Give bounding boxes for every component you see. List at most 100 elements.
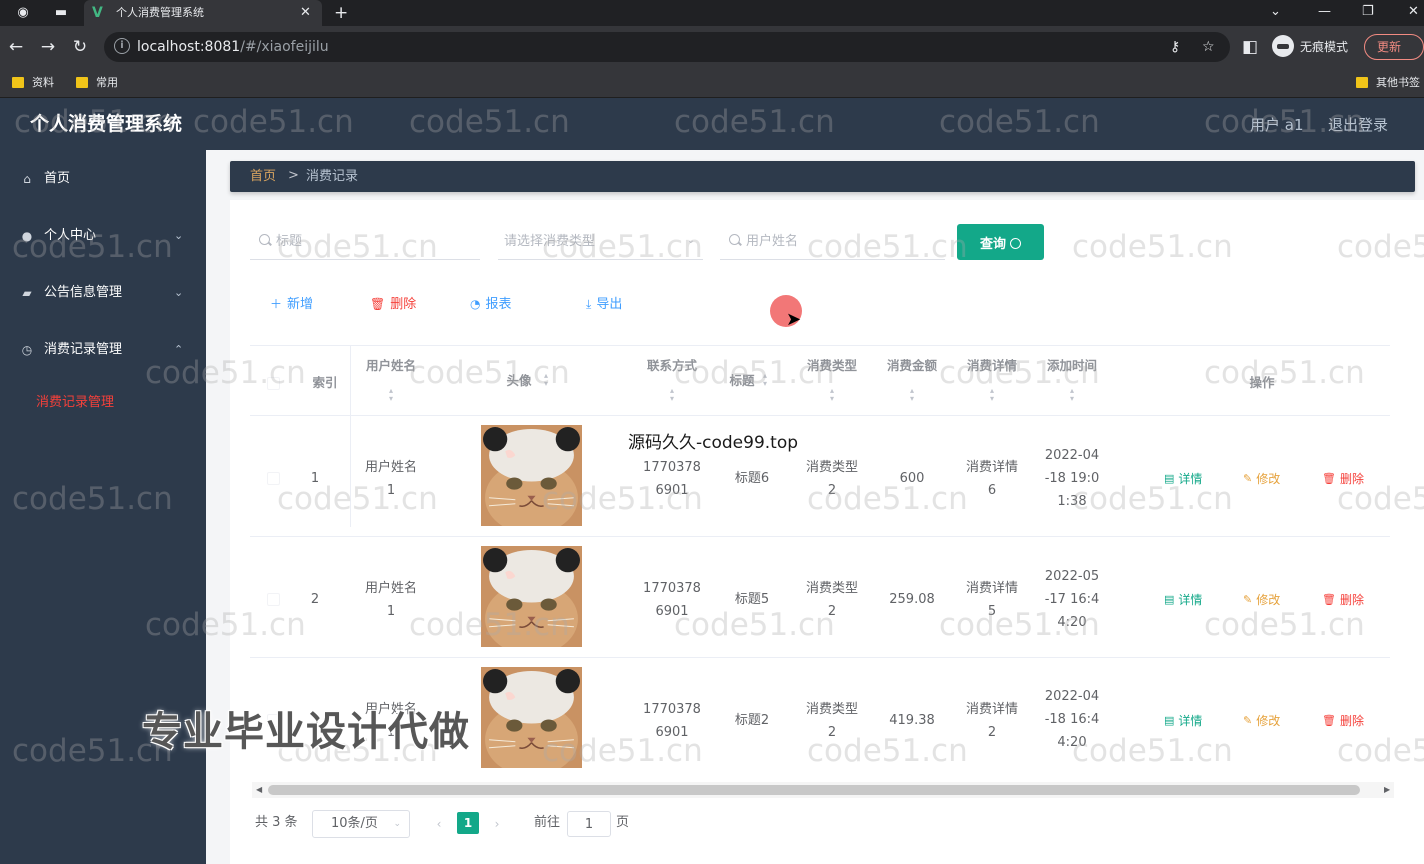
url-text[interactable]: localhost:8081/#/xiaofeijilu <box>137 38 329 56</box>
back-arrow-icon[interactable]: ← <box>6 37 26 57</box>
cell-title: 标题2 <box>734 713 770 728</box>
type-select[interactable]: ⌄ <box>498 224 703 260</box>
column-header-username[interactable]: 用户姓名 <box>355 358 427 374</box>
edit-icon: ✎ <box>1243 593 1253 606</box>
browser-tab[interactable]: V 个人消费管理系统 ✕ <box>84 0 322 26</box>
tab-list-chevron-icon[interactable]: ⌄ <box>1270 3 1281 21</box>
restore-icon[interactable]: ❐ <box>1362 3 1374 21</box>
sort-icon[interactable]: ▴ ▾ <box>827 387 837 403</box>
page-size-select[interactable]: 10条/页 ⌄ <box>312 810 410 838</box>
plus-icon: ＋ <box>270 297 283 311</box>
row-checkbox[interactable] <box>267 593 280 606</box>
reload-icon[interactable]: ↻ <box>70 37 90 57</box>
column-header-detail[interactable]: 消费详情 <box>956 358 1028 374</box>
cell-title: 标题5 <box>734 592 770 607</box>
forward-arrow-icon[interactable]: → <box>38 37 58 57</box>
incognito-indicator[interactable]: 无痕模式 <box>1272 35 1348 57</box>
scrollbar-thumb[interactable] <box>268 785 1360 795</box>
row-edit-button[interactable]: ✎ 修改 <box>1243 592 1280 608</box>
cell-contact: 1770378 6901 <box>643 581 701 619</box>
scroll-right-icon[interactable]: ▶ <box>1384 783 1390 797</box>
url-field[interactable]: i localhost:8081/#/xiaofeijilu ⚷ ☆ <box>104 32 1230 62</box>
sidebar-subitem-consumption-records[interactable]: 消费记录管理 <box>36 394 114 412</box>
next-page-icon[interactable]: › <box>486 813 508 835</box>
breadcrumb-home[interactable]: 首页 <box>250 168 276 185</box>
browser-tab-bar: ◉ ▬ V 个人消费管理系统 ✕ + ⌄ — ❐ ✕ <box>0 0 1424 26</box>
column-header-contact[interactable]: 联系方式 <box>636 358 708 374</box>
sort-icon[interactable]: ▴ ▾ <box>1067 387 1077 403</box>
sort-icon[interactable]: ▴ ▾ <box>907 387 917 403</box>
sort-icon[interactable]: ▴ ▾ <box>987 387 997 403</box>
username-search-input[interactable] <box>720 224 945 258</box>
sort-icon[interactable]: ▴ ▾ <box>541 372 551 388</box>
report-button[interactable]: ◔ 报表 <box>470 296 512 313</box>
add-button[interactable]: ＋新增 <box>270 296 313 313</box>
cell-amount: 259.08 <box>889 592 935 607</box>
sort-icon[interactable]: ▴ ▾ <box>667 387 677 403</box>
breadcrumb: 首页 > 消费记录 <box>230 161 1415 192</box>
sidepanel-icon[interactable]: ◧ <box>1240 37 1260 57</box>
tab-search-icon[interactable]: ▬ <box>52 4 70 22</box>
row-edit-button[interactable]: ✎ 修改 <box>1243 471 1280 487</box>
cell-amount: 600 <box>899 471 925 486</box>
column-header-added-time[interactable]: 添加时间 <box>1036 358 1108 374</box>
row-detail-button[interactable]: ▤ 详情 <box>1164 471 1202 487</box>
row-delete-button[interactable]: 🗑 删除 <box>1322 713 1364 729</box>
other-bookmarks[interactable]: 其他书签 <box>1356 74 1420 90</box>
column-divider <box>350 345 351 527</box>
breadcrumb-separator: > <box>288 168 299 183</box>
new-tab-icon[interactable]: + <box>334 3 348 23</box>
row-checkbox[interactable] <box>267 472 280 485</box>
cell-detail: 消费详情 6 <box>965 460 1018 498</box>
sort-icon[interactable]: ▴ ▾ <box>760 372 770 388</box>
query-button-label: 查询 <box>979 236 1006 252</box>
goto-page-input[interactable] <box>567 811 611 837</box>
username-search-field[interactable] <box>720 224 945 260</box>
select-all-checkbox[interactable] <box>267 377 280 390</box>
trash-icon: 🗑 <box>1322 472 1336 485</box>
row-delete-button[interactable]: 🗑 删除 <box>1322 592 1364 608</box>
cell-amount: 419.38 <box>889 713 935 728</box>
key-icon[interactable]: ⚷ <box>1170 38 1180 56</box>
cell-contact: 1770378 6901 <box>643 702 701 740</box>
type-select-input[interactable] <box>498 224 703 258</box>
sidebar-item-home[interactable]: ⌂ 首页 <box>0 164 206 194</box>
minimize-icon[interactable]: — <box>1318 3 1331 21</box>
logout-link[interactable]: 退出登录 <box>1328 115 1388 135</box>
export-button[interactable]: ⤓ 导出 <box>586 296 622 313</box>
row-delete-button[interactable]: 🗑 删除 <box>1322 471 1364 487</box>
column-header-type[interactable]: 消费类型 <box>796 358 868 374</box>
cell-username: 用户姓名 1 <box>364 581 417 619</box>
column-header-amount[interactable]: 消费金额 <box>876 358 948 374</box>
page-number-current[interactable]: 1 <box>457 812 479 834</box>
document-icon: ▤ <box>1164 593 1175 606</box>
sort-icon[interactable]: ▴ ▾ <box>386 387 396 403</box>
prev-page-icon[interactable]: ‹ <box>428 813 450 835</box>
title-search-field[interactable] <box>250 224 480 260</box>
column-header-title[interactable]: 标题 <box>722 373 762 389</box>
avatar <box>481 546 582 647</box>
row-edit-button[interactable]: ✎ 修改 <box>1243 713 1280 729</box>
browser-address-bar: ← → ↻ i localhost:8081/#/xiaofeijilu ⚷ ☆… <box>0 26 1424 68</box>
bookmark-folder-ziliao[interactable]: 资料 <box>12 74 54 90</box>
bookmark-star-icon[interactable]: ☆ <box>1202 38 1215 56</box>
column-header-avatar[interactable]: 头像 <box>495 373 543 389</box>
sidebar-item-consumption-management[interactable]: ◷ 消费记录管理 ⌃ <box>0 335 206 365</box>
window-close-icon[interactable]: ✕ <box>1408 3 1419 21</box>
row-detail-button[interactable]: ▤ 详情 <box>1164 713 1202 729</box>
scroll-left-icon[interactable]: ◀ <box>256 783 262 797</box>
update-button[interactable]: 更新 <box>1364 34 1424 60</box>
horizontal-scrollbar[interactable]: ◀ ▶ <box>252 782 1394 798</box>
batch-delete-button[interactable]: 🗑 删除 <box>370 296 416 313</box>
query-button[interactable]: 查询 <box>957 224 1044 260</box>
sidebar-item-personal-center[interactable]: ● 个人中心 ⌄ <box>0 221 206 251</box>
row-detail-button[interactable]: ▤ 详情 <box>1164 592 1202 608</box>
cell-added-time: 2022-05 -17 16:4 4:20 <box>1044 569 1100 630</box>
bookmark-folder-changyong[interactable]: 常用 <box>76 74 118 90</box>
sidebar-item-notice-management[interactable]: ▰ 公告信息管理 ⌄ <box>0 278 206 308</box>
incognito-label: 无痕模式 <box>1300 39 1349 54</box>
title-search-input[interactable] <box>250 224 480 258</box>
site-info-icon[interactable]: i <box>114 38 130 54</box>
browser-globe-icon[interactable]: ◉ <box>14 4 32 22</box>
tab-close-icon[interactable]: ✕ <box>300 4 311 22</box>
